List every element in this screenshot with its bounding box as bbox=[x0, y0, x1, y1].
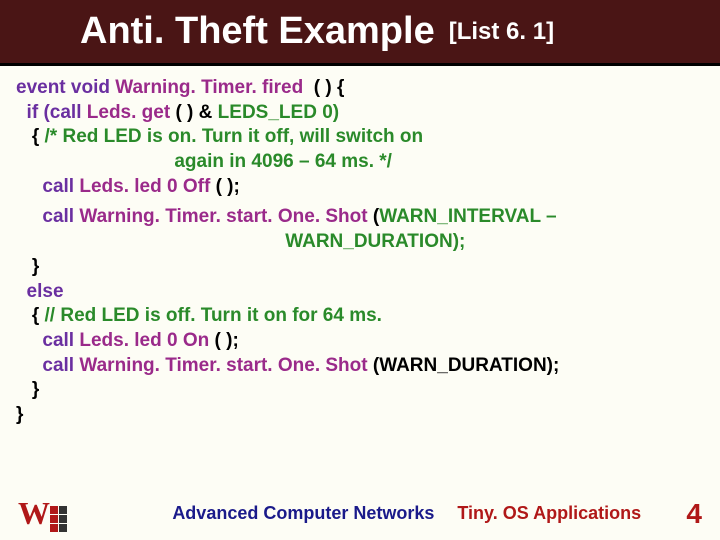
code-line: again in 4096 – 64 ms. */ bbox=[16, 150, 704, 175]
slide-subtitle: [List 6. 1] bbox=[449, 18, 554, 46]
page-number: 4 bbox=[686, 498, 702, 530]
code-line: WARN_DURATION); bbox=[16, 230, 704, 255]
slide-title: Anti. Theft Example bbox=[80, 10, 435, 53]
code-line: } bbox=[16, 255, 704, 280]
title-bar: Anti. Theft Example [List 6. 1] bbox=[0, 0, 720, 66]
logo-letter: W bbox=[18, 495, 47, 532]
code-line: call Warning. Timer. start. One. Shot (W… bbox=[16, 354, 704, 379]
code-line: } bbox=[16, 403, 704, 428]
code-line: } bbox=[16, 378, 704, 403]
code-block: event void Warning. Timer. fired ( ) { i… bbox=[0, 66, 720, 428]
logo-squares bbox=[50, 506, 67, 532]
code-line: call Leds. led 0 On ( ); bbox=[16, 329, 704, 354]
wpi-logo: W bbox=[18, 495, 67, 532]
code-line: { /* Red LED is on. Turn it off, will sw… bbox=[16, 125, 704, 150]
footer: W Advanced Computer Networks Tiny. OS Ap… bbox=[0, 495, 720, 532]
code-line: call Warning. Timer. start. One. Shot (W… bbox=[16, 205, 704, 230]
code-line: call Leds. led 0 Off ( ); bbox=[16, 175, 704, 200]
topic-name: Tiny. OS Applications bbox=[457, 503, 641, 523]
code-line: event void Warning. Timer. fired ( ) { bbox=[16, 76, 704, 101]
code-line: if (call Leds. get ( ) & LEDS_LED 0) bbox=[16, 101, 704, 126]
footer-text: Advanced Computer Networks Tiny. OS Appl… bbox=[127, 503, 686, 524]
course-name: Advanced Computer Networks bbox=[172, 503, 434, 523]
code-line: { // Red LED is off. Turn it on for 64 m… bbox=[16, 304, 704, 329]
code-line: else bbox=[16, 280, 704, 305]
